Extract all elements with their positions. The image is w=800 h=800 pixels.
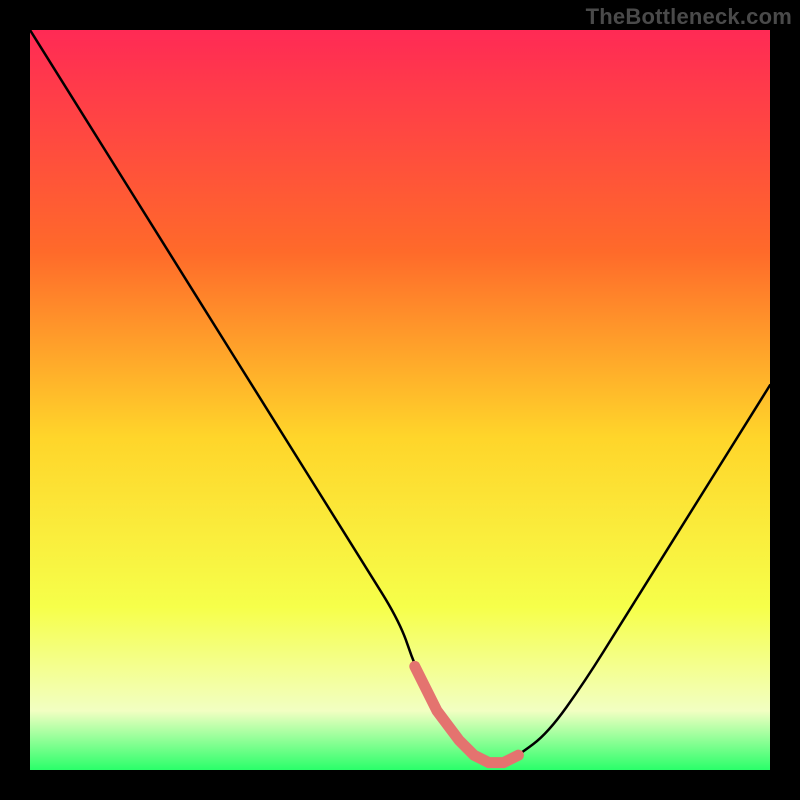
chart-frame: TheBottleneck.com <box>0 0 800 800</box>
optimal-zone-highlight <box>415 666 519 762</box>
curve-layer <box>30 30 770 770</box>
plot-area <box>30 30 770 770</box>
bottleneck-curve <box>30 30 770 763</box>
watermark-text: TheBottleneck.com <box>586 4 792 30</box>
